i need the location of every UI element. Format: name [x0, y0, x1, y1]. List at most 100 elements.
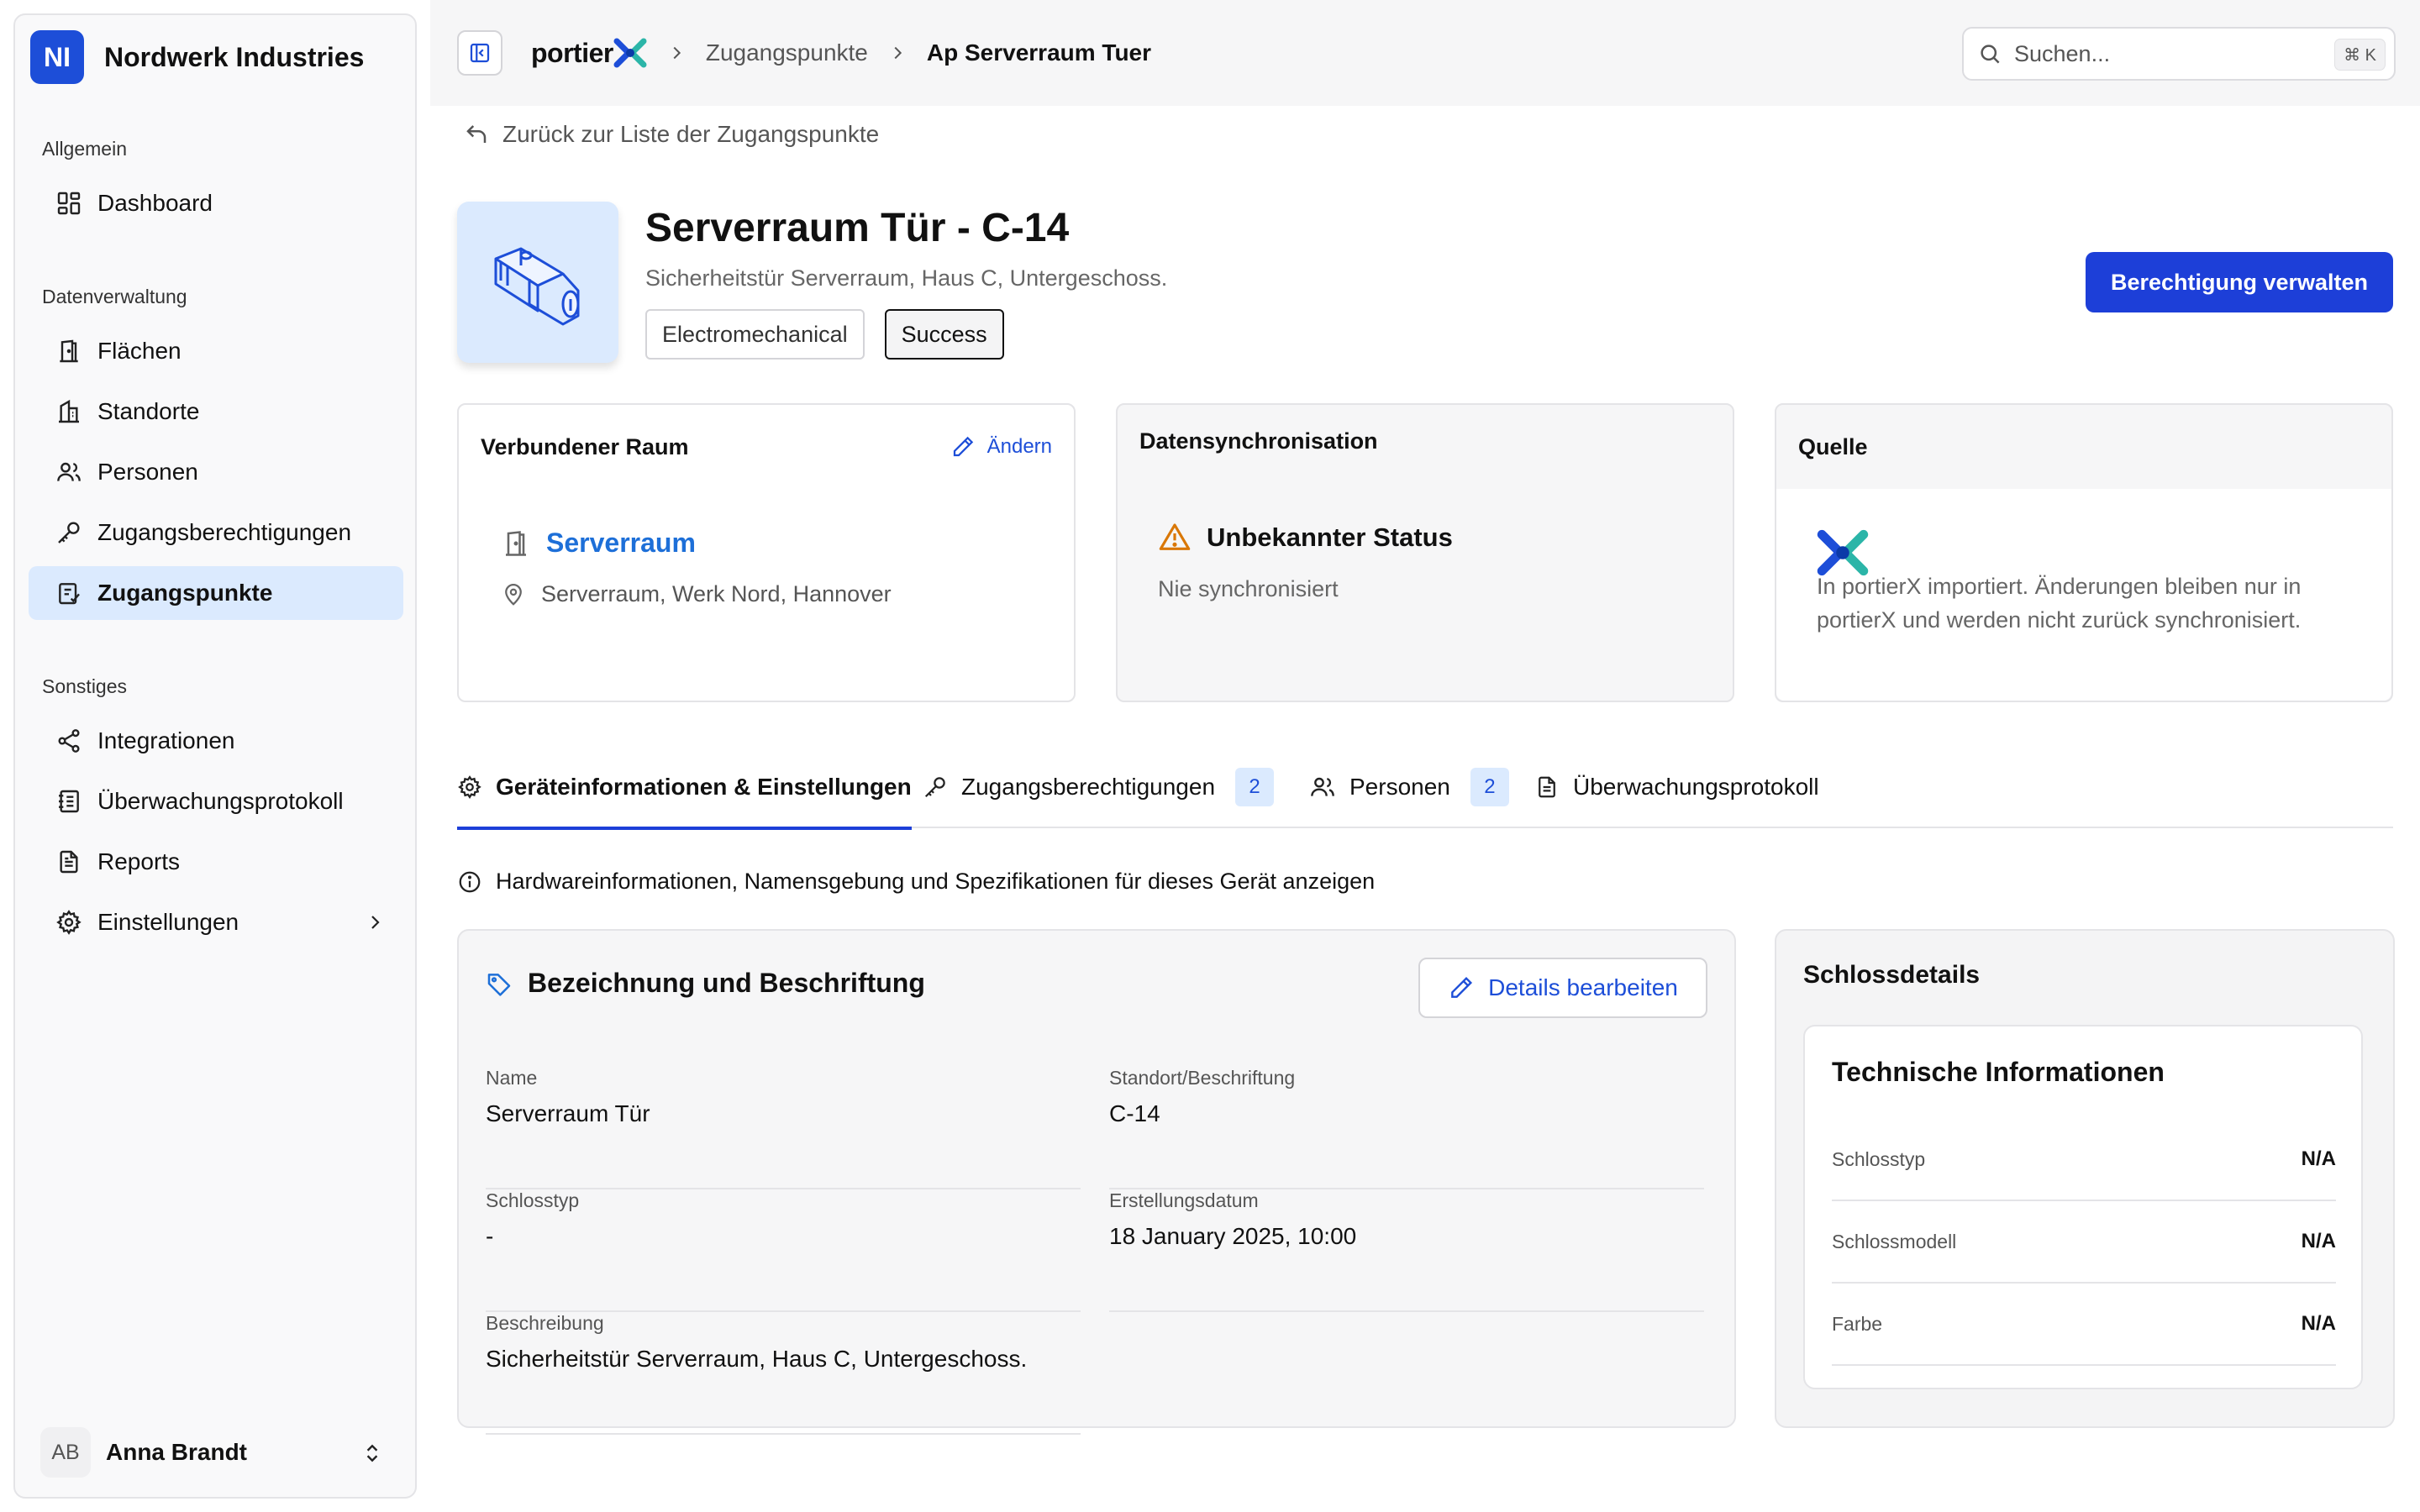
field-label: Name	[486, 1067, 538, 1089]
sidebar-item-dashboard[interactable]: Dashboard	[29, 176, 403, 230]
lock-row-color: Farbe N/A	[1832, 1284, 2336, 1366]
lock-cylinder-icon	[494, 247, 580, 326]
pencil-icon	[1451, 976, 1473, 998]
user-name: Anna Brandt	[106, 1439, 247, 1465]
manage-permission-button[interactable]: Berechtigung verwalten	[2086, 252, 2393, 312]
search-icon	[1981, 45, 2000, 64]
sidebar-item-flaechen[interactable]: Flächen	[29, 324, 403, 378]
sidebar-item-zugangspunkte[interactable]: Zugangspunkte	[29, 566, 403, 620]
lock-details-title: Schlossdetails	[1803, 961, 1981, 989]
sidebar-item-zugangsberechtigungen[interactable]: Zugangsberechtigungen	[29, 506, 403, 559]
org-logo: NI	[30, 30, 84, 84]
door-icon	[60, 339, 78, 363]
sidebar-item-label: Zugangspunkte	[97, 580, 273, 606]
group-label-sonstiges: Sonstiges	[42, 675, 128, 697]
portier-x-icon	[613, 38, 647, 68]
sidebar-item-label: Überwachungsprotokoll	[97, 788, 344, 814]
sidebar-item-integrationen[interactable]: Integrationen	[29, 714, 403, 768]
tab-ueberwachungsprotokoll[interactable]: Überwachungsprotokoll	[1534, 746, 1819, 828]
change-room-label: Ändern	[986, 435, 1052, 458]
back-link[interactable]: Zurück zur Liste der Zugangspunkte	[464, 118, 879, 151]
sidebar-item-label: Dashboard	[97, 190, 213, 216]
report-icon	[60, 850, 78, 874]
lock-row-type: Schlosstyp N/A	[1832, 1119, 2336, 1201]
technical-info-panel: Technische Informationen Schlosstyp N/A …	[1803, 1025, 2363, 1389]
source-card: Quelle In portierX importiert. Änderunge…	[1775, 403, 2393, 702]
breadcrumb-current: Ap Serverraum Tuer	[926, 39, 1152, 66]
room-name: Serverraum	[546, 528, 696, 558]
sidebar-item-einstellungen[interactable]: Einstellungen	[29, 895, 403, 949]
tab-bar: Geräteinformationen & Einstellungen Zuga…	[457, 746, 2393, 830]
lock-row-model: Schlossmodell N/A	[1832, 1201, 2336, 1284]
breadcrumb-zugangspunkte[interactable]: Zugangspunkte	[706, 39, 868, 66]
sidebar-item-personen[interactable]: Personen	[29, 445, 403, 499]
share-icon	[58, 729, 80, 753]
info-hint: Hardwareinformationen, Namensgebung und …	[457, 869, 1375, 895]
chevron-right-icon	[673, 46, 681, 60]
tab-geraeteinformationen[interactable]: Geräteinformationen & Einstellungen	[457, 746, 912, 830]
key-icon	[924, 777, 945, 798]
back-arrow-icon	[466, 125, 487, 143]
tab-label: Überwachungsprotokoll	[1573, 774, 1819, 800]
portier-logo[interactable]: portier	[531, 38, 647, 69]
chevron-right-icon	[894, 46, 902, 60]
room-location: Serverraum, Werk Nord, Hannover	[501, 581, 892, 607]
portier-logo-text: portier	[531, 37, 613, 68]
card-header: Quelle	[1776, 405, 2391, 489]
edit-details-label: Details bearbeiten	[1488, 974, 1678, 1000]
row-value: N/A	[2301, 1147, 2336, 1170]
sync-sub-text: Nie synchronisiert	[1158, 576, 1339, 601]
change-room-button[interactable]: Ändern	[950, 434, 1052, 459]
map-pin-icon	[505, 583, 522, 606]
tab-label: Zugangsberechtigungen	[961, 774, 1216, 800]
field-label: Beschreibung	[486, 1312, 604, 1334]
row-value: N/A	[2301, 1312, 2336, 1335]
sidebar-toggle-button[interactable]	[457, 30, 502, 76]
field-value: Serverraum Tür	[486, 1100, 650, 1126]
users-icon	[57, 462, 81, 481]
door-icon	[506, 530, 526, 556]
page-subtitle: Sicherheitstür Serverraum, Haus C, Unter…	[645, 265, 1168, 291]
card-title: Quelle	[1798, 433, 1868, 459]
field-description: Beschreibung Sicherheitstür Serverraum, …	[486, 1312, 1081, 1435]
building-icon	[59, 399, 79, 423]
document-icon	[1539, 776, 1555, 798]
pencil-icon	[953, 436, 973, 457]
card-header: Datensynchronisation	[1118, 405, 1733, 477]
avatar: AB	[40, 1427, 91, 1478]
search-shortcut: ⌘ K	[2334, 39, 2386, 71]
type-tag: Electromechanical	[645, 309, 865, 360]
user-menu[interactable]: AB Anna Brandt	[40, 1425, 402, 1480]
sidebar-item-label: Flächen	[97, 338, 182, 364]
sync-status-text: Unbekannter Status	[1207, 522, 1453, 552]
field-value: 18 January 2025, 10:00	[1109, 1223, 1357, 1249]
org-name: Nordwerk Industries	[104, 41, 365, 72]
sidebar-item-label: Standorte	[97, 398, 200, 424]
key-icon	[58, 522, 80, 543]
sidebar-item-standorte[interactable]: Standorte	[29, 385, 403, 438]
source-text: In portierX importiert. Änderungen bleib…	[1817, 574, 2302, 633]
chevron-updown-icon	[366, 1444, 378, 1462]
warning-icon	[1159, 523, 1191, 550]
row-key: Schlossmodell	[1832, 1230, 1957, 1252]
dashboard-icon	[57, 192, 81, 215]
field-value: Sicherheitstür Serverraum, Haus C, Unter…	[486, 1346, 1028, 1372]
sync-status: Unbekannter Status	[1158, 521, 1453, 554]
room-link[interactable]: Serverraum	[501, 528, 696, 559]
search-placeholder: Suchen...	[2014, 40, 2111, 66]
sidebar-item-ueberwachungsprotokoll[interactable]: Überwachungsprotokoll	[29, 774, 403, 828]
search-input[interactable]: Suchen... ⌘ K	[1962, 27, 2396, 81]
tab-zugangsberechtigungen[interactable]: Zugangsberechtigungen 2	[923, 746, 1275, 828]
users-icon	[1311, 777, 1334, 796]
row-value: N/A	[2301, 1230, 2336, 1252]
card-title: Datensynchronisation	[1139, 428, 1378, 454]
details-title: Bezeichnung und Beschriftung	[528, 968, 925, 998]
sidebar-item-reports[interactable]: Reports	[29, 835, 403, 889]
card-header: Verbundener Raum Ändern	[459, 405, 1074, 489]
page-title: Serverraum Tür - C-14	[645, 206, 1070, 250]
gear-icon	[56, 910, 82, 935]
back-link-label: Zurück zur Liste der Zugangspunkte	[502, 121, 880, 147]
edit-details-button[interactable]: Details bearbeiten	[1418, 958, 1707, 1018]
org-switcher[interactable]: NI Nordwerk Industries	[30, 30, 364, 84]
tab-personen[interactable]: Personen 2	[1309, 746, 1509, 828]
